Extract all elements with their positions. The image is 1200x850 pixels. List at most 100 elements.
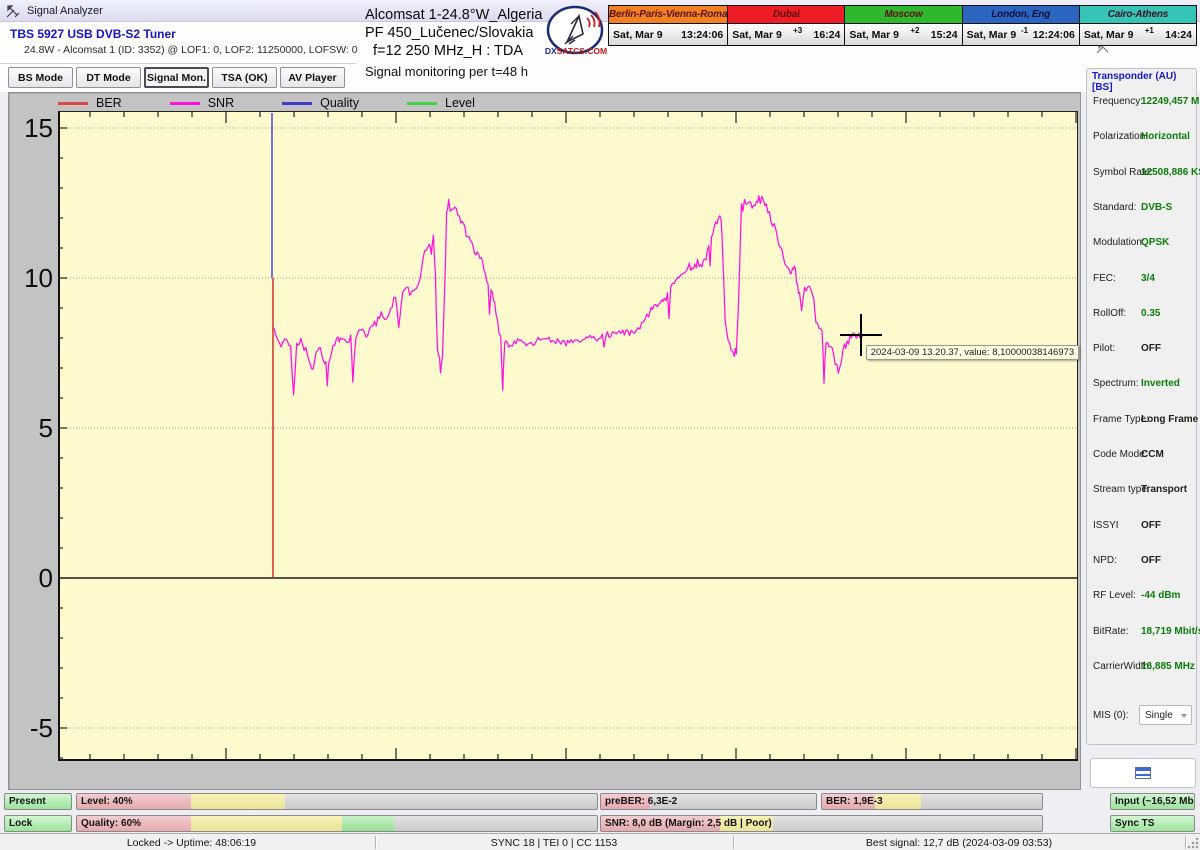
chart-legend: BERSNRQualityLevel	[58, 95, 523, 111]
field-value: CCM	[1141, 449, 1164, 460]
clock-time: Sat, Mar 9+316:24	[728, 24, 844, 45]
transponder-row-frequency-: Frequency:12249,457 MHz	[1087, 96, 1198, 112]
y-axis-label-10: 10	[13, 265, 53, 291]
world-clocks: Berlin-Paris-Vienna-RomaSat, Mar 913:24:…	[608, 5, 1197, 46]
meter-label: BER: 1,9E-3	[826, 794, 883, 809]
field-label: RF Level:	[1093, 590, 1136, 601]
field-label: ISSYI	[1093, 520, 1119, 531]
field-value: Transport	[1141, 484, 1187, 495]
field-value: 18,719 Mbit/s	[1141, 626, 1200, 637]
field-label: Spectrum:	[1093, 378, 1139, 389]
tab-bs-mode[interactable]: BS Mode	[8, 67, 73, 88]
tuner-detail: 24.8W - Alcomsat 1 (ID: 3352) @ LOF1: 0,…	[24, 44, 358, 56]
field-label: Frequency:	[1093, 96, 1143, 107]
y-axis-label-0: 0	[13, 565, 53, 591]
meter-preber: preBER: 6,3E-2	[600, 793, 817, 810]
chart-plot-area[interactable]	[58, 111, 1078, 761]
mis-dropdown[interactable]: Single	[1139, 705, 1192, 725]
header-divider	[0, 63, 356, 65]
clock-city: London, Eng	[963, 6, 1079, 24]
meter-level: Level: 40%	[76, 793, 598, 810]
transponder-row-rf-level-: RF Level: -44 dBm	[1087, 590, 1198, 606]
clock-berlin-paris-vienna-roma: Berlin-Paris-Vienna-RomaSat, Mar 913:24:…	[609, 6, 728, 45]
field-value: 12508,886 KS/s	[1141, 167, 1200, 178]
clock-time: Sat, Mar 9+215:24	[845, 24, 961, 45]
legend-swatch-snr	[170, 102, 200, 105]
meter-snr: SNR: 8,0 dB (Margin: 2,5 dB | Poor)	[600, 815, 1043, 832]
clock-city: Moscow	[845, 6, 961, 24]
field-label: BitRate:	[1093, 626, 1129, 637]
field-value: OFF	[1141, 343, 1161, 354]
clock-london-eng: London, EngSat, Mar 9-112:24:06	[963, 6, 1080, 45]
clock-moscow: MoscowSat, Mar 9+215:24	[845, 6, 962, 45]
clock-dubai: DubaiSat, Mar 9+316:24	[728, 6, 845, 45]
field-label: FEC:	[1093, 273, 1116, 284]
ts-window-icon	[1135, 767, 1151, 779]
field-label: RollOff:	[1093, 308, 1126, 319]
y-axis-label-5: 5	[13, 415, 53, 441]
legend-swatch-quality	[282, 102, 312, 105]
transponder-panel: Transponder (AU) [BS] MIS (0): Single Fr…	[1086, 68, 1197, 745]
transponder-row-modulation-: Modulation:QPSK	[1087, 237, 1198, 253]
meter-label: Quality: 60%	[81, 816, 141, 831]
meter-label: Lock	[9, 816, 32, 831]
meter-label: Present	[9, 794, 46, 809]
transponder-row-bitrate-: BitRate: 18,719 Mbit/s	[1087, 626, 1198, 642]
legend-label-quality: Quality	[320, 96, 359, 110]
field-value: -44 dBm	[1141, 590, 1180, 601]
header: TBS 5927 USB DVB-S2 Tuner 24.8W - Alcoms…	[0, 22, 1200, 92]
chart-svg	[58, 111, 1078, 761]
legend-swatch-level	[407, 102, 437, 105]
status-bar: Locked -> Uptime: 48:06:19 SYNC 18 | TEI…	[0, 833, 1200, 850]
field-label: Code Mode:	[1093, 449, 1147, 460]
meter-label: Sync TS	[1115, 816, 1154, 831]
target-satellite: Alcomsat 1-24.8°W_Algeria	[365, 6, 565, 24]
mis-selected-value: Single	[1145, 710, 1173, 721]
legend-label-snr: SNR	[208, 96, 234, 110]
field-value: 3/4	[1141, 273, 1155, 284]
transponder-row-polarization-: Polarization:Horizontal	[1087, 131, 1198, 147]
status-sync: SYNC 18 | TEI 0 | CC 1153	[375, 834, 733, 850]
meter-lock: Lock	[4, 815, 72, 832]
target-info: Alcomsat 1-24.8°W_Algeria PF 450_Lučenec…	[365, 6, 565, 60]
mode-tabs: BS ModeDT ModeSignal Mon.TSA (OK)AV Play…	[8, 67, 345, 88]
dxsatcs-logo: DXSATCS.COM	[545, 4, 607, 62]
svg-text:DXSATCS.COM: DXSATCS.COM	[545, 46, 607, 56]
meter-ber: BER: 1,9E-3	[821, 793, 1043, 810]
transponder-row-frame-type-: Frame Type:Long Frame	[1087, 414, 1198, 430]
y-axis-label-15: 15	[13, 115, 53, 141]
tab-av-player[interactable]: AV Player	[280, 67, 345, 88]
meter-input-16-52-mbps-: Input (~16,52 Mbps)	[1110, 793, 1195, 810]
monitoring-label: Signal monitoring per t=48 h	[365, 64, 528, 79]
field-value: 12249,457 MHz	[1141, 96, 1200, 107]
meter-label: Level: 40%	[81, 794, 133, 809]
meter-segment-yellow	[191, 816, 342, 831]
meter-row-2: Lock Quality: 60% SNR: 8,0 dB (Margin: 2,5…	[0, 815, 1200, 832]
tab-tsa-ok-[interactable]: TSA (OK)	[212, 67, 277, 88]
field-value: DVB-S	[1141, 202, 1172, 213]
clock-cairo-athens: Cairo-AthensSat, Mar 9+114:24	[1080, 6, 1196, 45]
field-label: Pilot:	[1093, 343, 1115, 354]
transponder-row-standard-: Standard: DVB-S	[1087, 202, 1198, 218]
app-icon	[6, 4, 20, 18]
meter-label: SNR: 8,0 dB (Margin: 2,5 dB | Poor)	[605, 816, 772, 831]
tab-signal-mon-[interactable]: Signal Mon.	[144, 67, 209, 88]
target-frequency: f=12 250 MHz_H : TDA	[365, 42, 565, 60]
signal-chart[interactable]: BERSNRQualityLevel 2024-03-09 13.20.37, …	[8, 92, 1081, 790]
chart-tooltip: 2024-03-09 13.20.37, value: 8,1000003814…	[866, 345, 1079, 360]
field-value: QPSK	[1141, 237, 1169, 248]
legend-swatch-ber	[58, 102, 88, 105]
resize-grip[interactable]	[1187, 837, 1199, 849]
chevron-down-icon	[1181, 714, 1187, 718]
ts-record-button[interactable]	[1090, 758, 1196, 788]
field-label: Modulation:	[1093, 237, 1145, 248]
legend-label-level: Level	[445, 96, 475, 110]
transponder-panel-title: Transponder (AU) [BS]	[1092, 71, 1196, 93]
clock-time: Sat, Mar 9+114:24	[1080, 24, 1196, 45]
field-label: Standard:	[1093, 202, 1136, 213]
transponder-row-issyi: ISSYIOFF	[1087, 520, 1198, 536]
tab-dt-mode[interactable]: DT Mode	[76, 67, 141, 88]
field-value: Long Frame	[1141, 414, 1198, 425]
clock-city: Dubai	[728, 6, 844, 24]
status-divider	[1185, 836, 1186, 849]
